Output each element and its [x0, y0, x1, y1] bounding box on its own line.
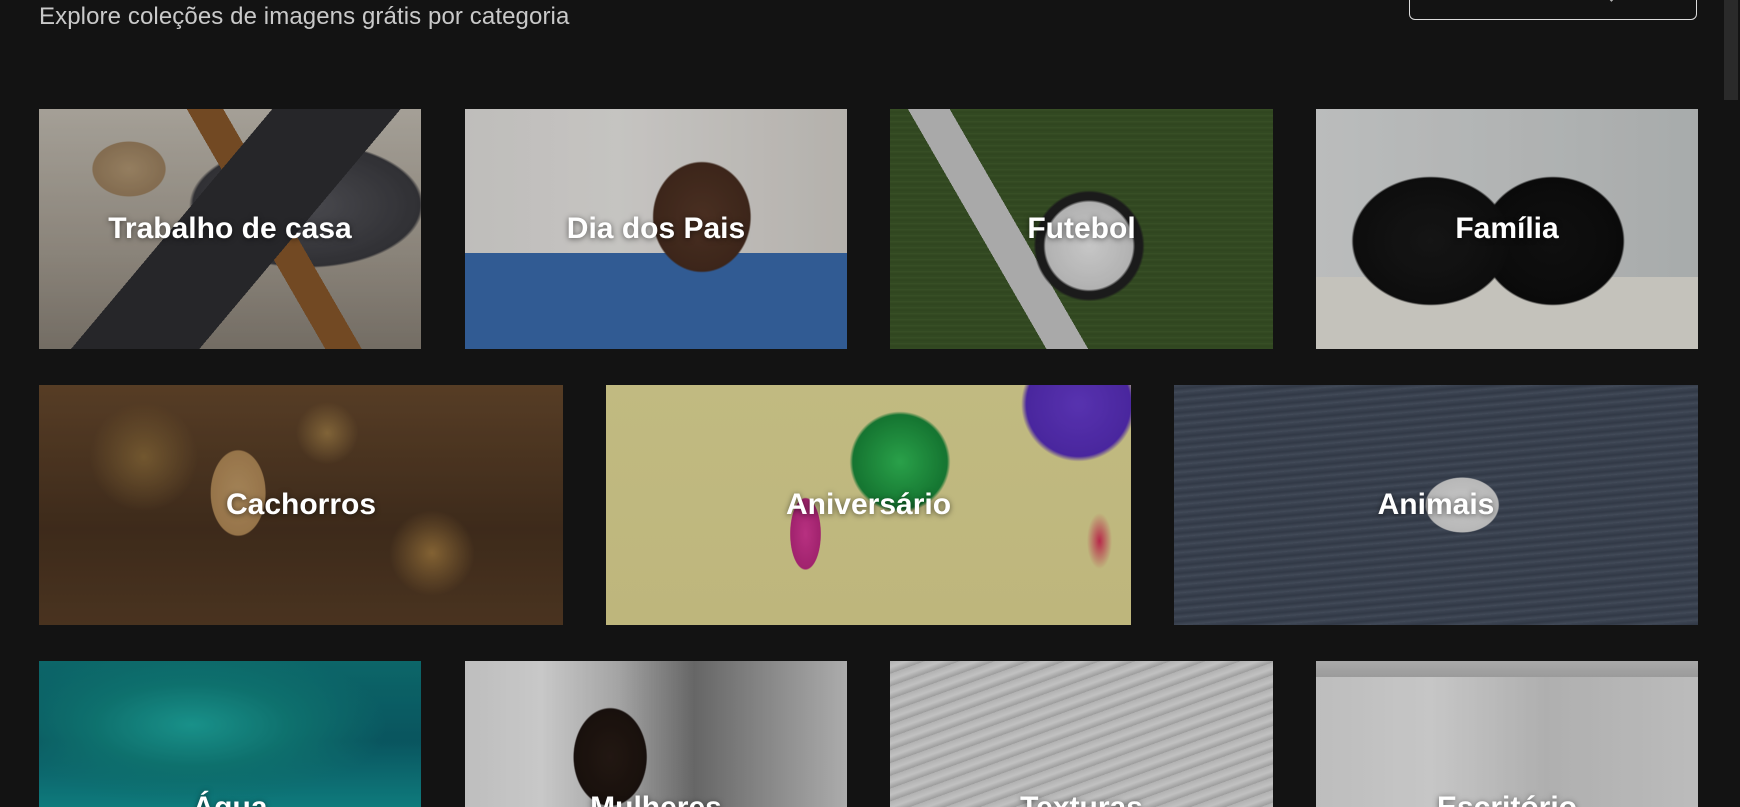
category-label: Dia dos Pais	[566, 212, 746, 245]
category-tile-aniversario[interactable]: Aniversário	[606, 385, 1131, 625]
category-tile-agua[interactable]: Água	[39, 661, 421, 807]
category-tile-familia[interactable]: Família	[1316, 109, 1698, 349]
chevron-icon	[1605, 0, 1620, 2]
category-label: Mulheres	[465, 791, 847, 807]
top-right-button[interactable]	[1409, 0, 1697, 20]
category-label: Texturas	[890, 791, 1273, 807]
category-label: Futebol	[1027, 212, 1136, 245]
page-subtitle: Explore coleções de imagens grátis por c…	[39, 3, 570, 30]
category-label: Família	[1455, 212, 1559, 245]
category-label: Cachorros	[225, 488, 377, 521]
category-label: Aniversário	[785, 488, 952, 521]
category-tile-animais[interactable]: Animais	[1174, 385, 1698, 625]
category-tile-escritorio[interactable]: Escritório	[1316, 661, 1698, 807]
category-label: Animais	[1377, 488, 1495, 521]
category-tile-futebol[interactable]: Futebol	[890, 109, 1273, 349]
category-tile-texturas[interactable]: Texturas	[890, 661, 1273, 807]
category-label: Escritório	[1316, 791, 1698, 807]
category-label: Trabalho de casa	[108, 212, 352, 245]
category-tile-trabalho-de-casa[interactable]: Trabalho de casa	[39, 109, 421, 349]
scrollbar[interactable]	[1724, 0, 1738, 100]
page: Explore coleções de imagens grátis por c…	[0, 0, 1740, 807]
category-tile-cachorros[interactable]: Cachorros	[39, 385, 563, 625]
category-tile-dia-dos-pais[interactable]: Dia dos Pais	[465, 109, 847, 349]
category-label: Água	[39, 791, 421, 807]
category-tile-mulheres[interactable]: Mulheres	[465, 661, 847, 807]
